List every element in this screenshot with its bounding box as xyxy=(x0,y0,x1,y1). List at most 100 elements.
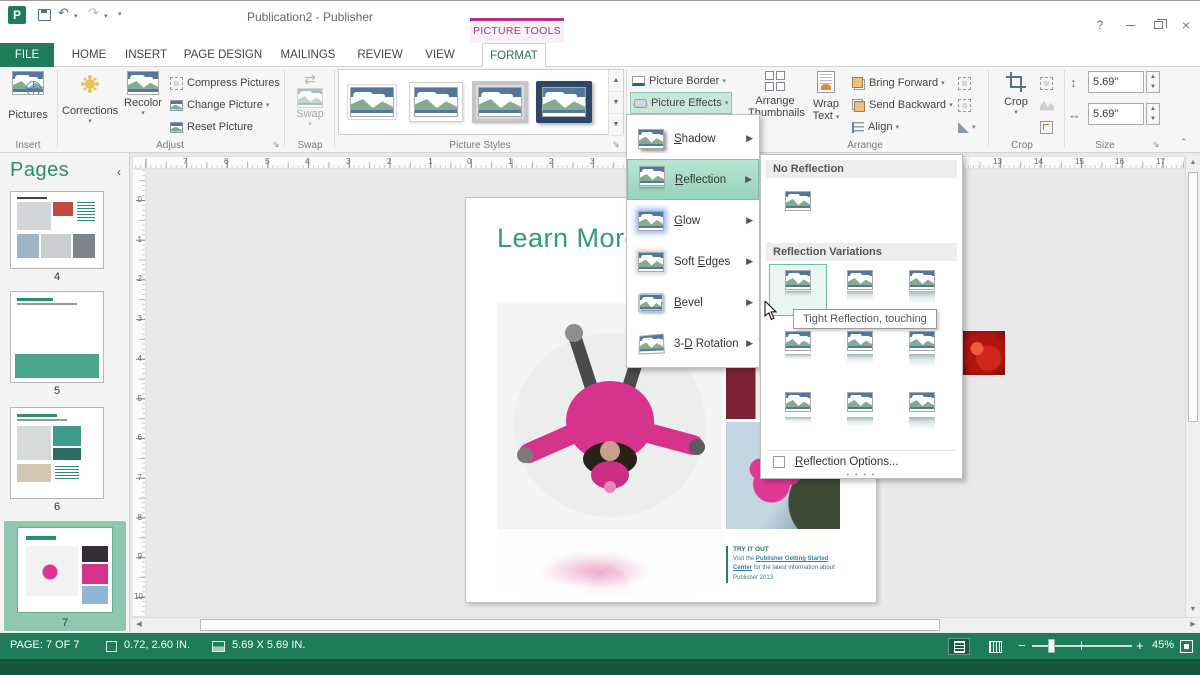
send-backward-button[interactable]: Send Backward ▾ xyxy=(852,95,953,115)
status-object-size[interactable]: 5.69 X 5.69 IN. xyxy=(232,639,305,651)
crop-fit-button[interactable] xyxy=(1040,117,1053,137)
recolor-button[interactable]: Recolor ▾ xyxy=(120,71,166,117)
fit-page-button[interactable] xyxy=(1180,640,1193,653)
shape-height-spinner[interactable]: ▲▼ xyxy=(1146,71,1160,93)
crop-to-picture-button[interactable] xyxy=(1040,73,1053,93)
bring-forward-button[interactable]: Bring Forward ▾ xyxy=(852,73,945,93)
status-object-position[interactable]: 0.72, 2.60 IN. xyxy=(124,639,190,651)
corrections-button[interactable]: Corrections ▾ xyxy=(62,71,118,125)
tryout-text-block[interactable]: TRY IT OUT Visit the Publisher Getting S… xyxy=(726,546,844,583)
zoom-slider-track[interactable] xyxy=(1032,645,1132,647)
tab-review[interactable]: REVIEW xyxy=(350,43,410,67)
menu-item-bevel[interactable]: Bevel ▶ xyxy=(627,282,759,323)
undo-dropdown-icon[interactable]: ▾ xyxy=(74,12,78,20)
scroll-up-icon[interactable]: ▲ xyxy=(1186,156,1200,170)
no-reflection-option[interactable] xyxy=(769,185,827,237)
tab-view[interactable]: VIEW xyxy=(416,43,464,67)
reflection-variation[interactable] xyxy=(769,386,827,438)
scroll-right-icon[interactable]: ▶ xyxy=(1186,618,1200,632)
reflection-variation[interactable] xyxy=(831,325,889,377)
tab-home[interactable]: HOME xyxy=(66,43,112,67)
save-icon[interactable] xyxy=(38,9,51,21)
help-button[interactable]: ? xyxy=(1090,16,1110,34)
two-page-spread-button[interactable] xyxy=(984,638,1006,655)
arrange-thumbnails-button[interactable]: ArrangeThumbnails xyxy=(748,71,802,119)
horizontal-scroll-thumb[interactable] xyxy=(200,619,940,631)
shape-height-input[interactable] xyxy=(1088,71,1144,93)
picture-border-button[interactable]: Picture Border ▾ xyxy=(632,71,726,91)
close-button[interactable]: × xyxy=(1176,16,1196,34)
menu-item-soft-edges[interactable]: Soft Edges ▶ xyxy=(627,241,759,282)
menu-item-glow[interactable]: Glow ▶ xyxy=(627,200,759,241)
reflection-variation[interactable] xyxy=(769,325,827,377)
zoom-in-button[interactable]: + xyxy=(1136,638,1144,653)
undo-button[interactable]: ↶ xyxy=(58,5,69,21)
picture-style-3[interactable] xyxy=(471,75,529,129)
size-dialog-launcher[interactable]: ⇘ xyxy=(1152,139,1160,150)
picture-style-2[interactable] xyxy=(407,75,465,129)
title-bar: P ↶ ▾ ↷ ▾ ▾ Publication2 - Publisher PIC… xyxy=(0,1,1200,43)
align-button[interactable]: Align ▾ xyxy=(852,117,899,137)
menu-item-reflection[interactable]: Reflection ▶ xyxy=(627,159,759,200)
scroll-left-icon[interactable]: ◀ xyxy=(132,618,146,632)
ungroup-objects-button[interactable] xyxy=(958,95,971,115)
vertical-scroll-thumb[interactable] xyxy=(1188,172,1198,422)
gallery-scroll-down-icon[interactable]: ▼ xyxy=(609,92,623,114)
reset-picture-button[interactable]: Reset Picture xyxy=(170,117,253,137)
single-page-view-button[interactable] xyxy=(948,638,970,655)
reflection-options-icon xyxy=(773,456,785,468)
collapse-ribbon-icon[interactable]: ⌃ xyxy=(1180,137,1188,148)
wrap-text-button[interactable]: WrapText ▾ xyxy=(804,71,848,122)
menu-resize-handle[interactable]: • • • • xyxy=(761,472,962,479)
tab-file[interactable]: FILE xyxy=(0,43,54,67)
zoom-slider-thumb[interactable] xyxy=(1048,639,1055,653)
shape-width-input[interactable] xyxy=(1088,103,1144,125)
picture-styles-dialog-launcher[interactable]: ⇘ xyxy=(612,139,620,150)
minimize-button[interactable] xyxy=(1120,16,1140,34)
reflection-variation[interactable] xyxy=(893,386,951,438)
adjust-dialog-launcher[interactable]: ⇘ xyxy=(272,139,280,150)
crop-to-shape-button[interactable] xyxy=(1040,95,1054,115)
tab-mailings[interactable]: MAILINGS xyxy=(274,43,342,67)
picture-effects-button[interactable]: Picture Effects ▾ xyxy=(630,92,732,114)
compress-pictures-button[interactable]: Compress Pictures xyxy=(170,73,280,93)
rotate-objects-button[interactable]: ▾ xyxy=(958,117,976,137)
pages-panel-collapse-icon[interactable]: ‹ xyxy=(117,165,121,179)
page-heading-text[interactable]: Learn More xyxy=(497,223,640,254)
reflection-variation[interactable] xyxy=(831,386,889,438)
gallery-scroll-up-icon[interactable]: ▲ xyxy=(609,70,623,92)
zoom-level[interactable]: 45% xyxy=(1152,639,1174,651)
restore-button[interactable] xyxy=(1148,16,1168,34)
vertical-scrollbar[interactable]: ▲ ▼ xyxy=(1185,156,1200,617)
reflection-options-item[interactable]: Reflection Options... xyxy=(767,450,956,472)
change-picture-button[interactable]: Change Picture ▾ xyxy=(170,95,269,115)
vertical-ruler[interactable]: 0 1 2 3 4 5 6 7 8 9 10 xyxy=(132,169,146,617)
ruler-number: 3 xyxy=(134,314,142,323)
picture-style-1[interactable] xyxy=(343,75,401,129)
horizontal-scrollbar[interactable]: ◀ ▶ xyxy=(132,617,1200,632)
ruler-number: 6 xyxy=(224,157,228,166)
picture-style-4[interactable] xyxy=(535,75,593,129)
bring-forward-dropdown-icon: ▾ xyxy=(941,79,945,87)
gallery-more-icon[interactable]: ▼ xyxy=(609,114,623,136)
tab-page-design[interactable]: PAGE DESIGN xyxy=(180,43,266,67)
menu-item-3d-rotation[interactable]: 3-D Rotation ▶ xyxy=(627,323,759,364)
quick-access-customize-icon[interactable]: ▾ xyxy=(118,10,122,18)
zoom-out-button[interactable]: − xyxy=(1018,638,1026,653)
status-page-indicator[interactable]: PAGE: 7 OF 7 xyxy=(10,639,80,651)
shape-width-spinner[interactable]: ▲▼ xyxy=(1146,103,1160,125)
pasteboard-flower-image[interactable] xyxy=(962,331,1005,375)
page-thumbnail-4[interactable] xyxy=(10,191,104,269)
tab-insert[interactable]: INSERT xyxy=(120,43,172,67)
scroll-down-icon[interactable]: ▼ xyxy=(1186,603,1200,617)
menu-item-shadow[interactable]: Shadow ▶ xyxy=(627,118,759,159)
reflection-variation[interactable] xyxy=(893,325,951,377)
group-objects-button[interactable] xyxy=(958,73,971,93)
tab-format[interactable]: FORMAT xyxy=(482,43,546,68)
crop-button[interactable]: Crop ▾ xyxy=(996,71,1036,116)
page-thumbnail-6[interactable] xyxy=(10,407,104,499)
pictures-button[interactable]: Pictures xyxy=(4,71,52,121)
page-thumbnail-5[interactable] xyxy=(10,291,104,383)
redo-button[interactable]: ↷ xyxy=(88,5,99,21)
page-thumbnail-7-selected[interactable]: 7 xyxy=(4,521,126,631)
